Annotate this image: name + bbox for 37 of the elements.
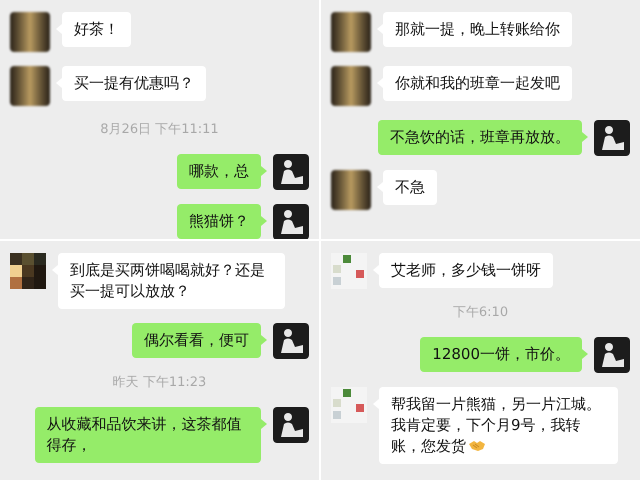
message-bubble: 买一提有优惠吗？ <box>62 66 206 101</box>
message-timestamp: 8月26日 下午11:11 <box>100 121 219 139</box>
message-bubble: 那就一提，晚上转账给你 <box>383 12 572 47</box>
bubble-tail <box>261 418 267 428</box>
avatar-photo <box>331 170 371 210</box>
bubble-tail <box>261 335 267 345</box>
message-bubble: 你就和我的班章一起发吧 <box>383 66 572 101</box>
message-bubble: 偶尔看看，便可 <box>132 323 261 358</box>
message-bubble: 不急饮的话，班章再放放。 <box>378 120 582 155</box>
avatar-photo <box>273 406 309 442</box>
avatar-photo <box>10 253 46 289</box>
message-bubble: 从收藏和品饮来讲，这茶都值得存， <box>34 406 261 462</box>
bubble-tail <box>261 166 267 176</box>
message-bubble: 到底是买两饼喝喝就好？还是买一提可以放放？ <box>58 253 284 309</box>
message-timestamp: 昨天 下午11:23 <box>112 374 206 392</box>
avatar-photo <box>594 336 630 372</box>
message-bubble: 不急 <box>383 170 437 205</box>
bubble-tail <box>582 348 588 358</box>
avatar-photo <box>10 66 50 106</box>
message-bubble: 哪款，总 <box>177 154 261 188</box>
avatar-photo <box>331 66 371 106</box>
message-bubble: 熊猫饼？ <box>177 204 261 238</box>
avatar-photo <box>331 386 367 422</box>
message-bubble: 帮我留一片熊猫，另一片江城。我肯定要，下个月9号，我转账，您发货 <box>379 386 618 464</box>
avatar-photo <box>331 253 367 289</box>
avatar-photo <box>273 154 309 190</box>
avatar-photo <box>10 12 50 52</box>
message-bubble: 艾老师，多少钱一饼呀 <box>379 253 553 288</box>
message-timestamp: 下午6:10 <box>452 304 508 322</box>
message-bubble: 好茶！ <box>62 12 131 47</box>
avatar-photo <box>594 120 630 156</box>
bubble-tail <box>582 132 588 142</box>
bubble-tail <box>261 216 267 226</box>
avatar-photo <box>273 323 309 359</box>
avatar-photo <box>331 12 371 52</box>
handshake-icon <box>468 440 486 452</box>
message-bubble: 12800一饼，市价。 <box>420 336 582 372</box>
